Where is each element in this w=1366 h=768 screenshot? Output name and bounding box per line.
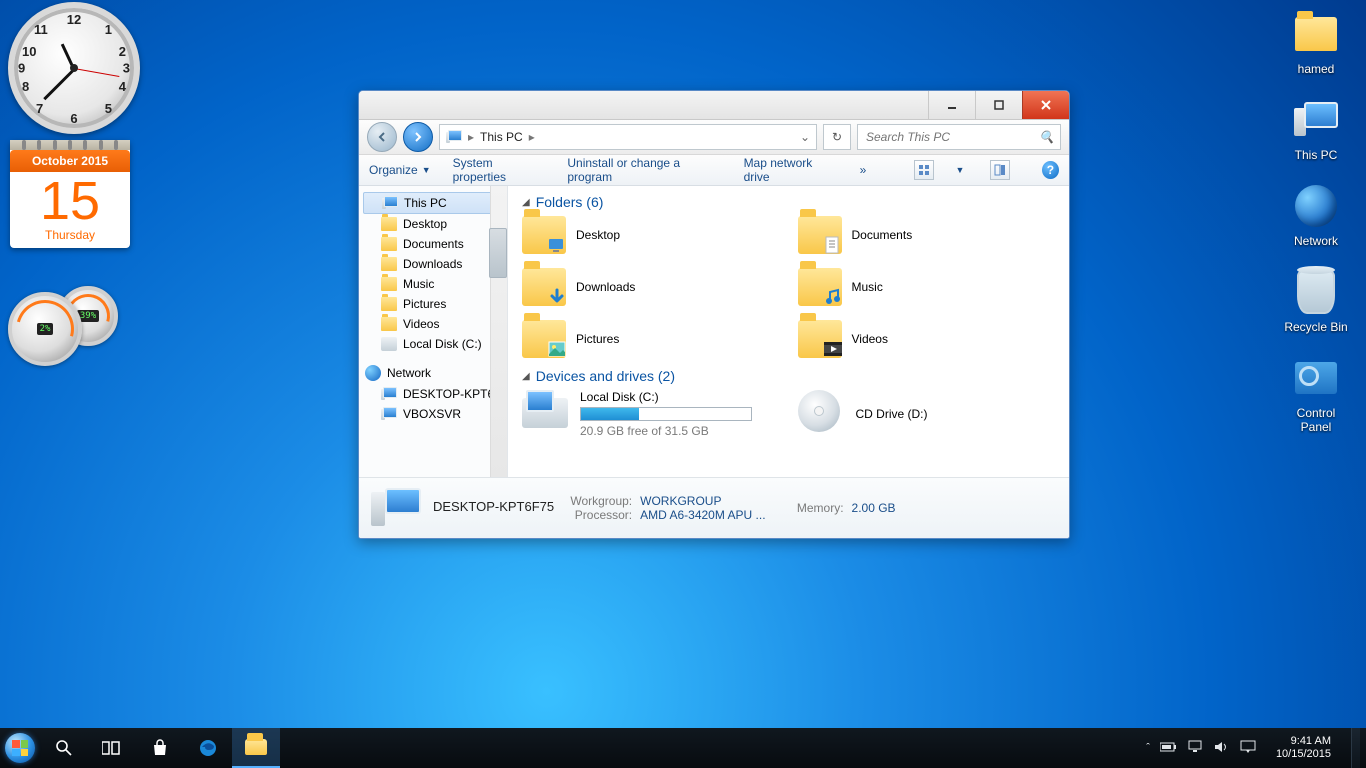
nav-this-pc[interactable]: This PC [363,192,503,214]
documents-overlay-icon [822,234,844,256]
address-dropdown-icon[interactable]: ⌄ [800,130,810,144]
nav-forward-button[interactable] [403,122,433,152]
desktop-icon-hamed[interactable]: hamed [1278,10,1354,76]
show-desktop-button[interactable] [1351,728,1360,768]
breadcrumb-sep-icon: ▸ [466,130,476,144]
search-icon: 🔍 [1039,130,1054,144]
nav-downloads[interactable]: Downloads [359,254,507,274]
music-overlay-icon [822,286,844,308]
calendar-gadget[interactable]: October 2015 15 Thursday [10,140,130,248]
desktop-icon-control-panel[interactable]: Control Panel [1278,354,1354,434]
desktop-overlay-icon [546,234,568,256]
explorer-window: ▸ This PC ▸ ⌄ ↻ 🔍 Organize ▼ System prop… [358,90,1070,539]
nav-back-button[interactable] [367,122,397,152]
nav-local-disk-c[interactable]: Local Disk (C:) [359,334,507,354]
taskbar-edge-button[interactable] [184,728,232,768]
nav-network[interactable]: Network [359,362,507,384]
calendar-dow: Thursday [10,228,130,248]
taskbar-taskview-button[interactable] [88,728,136,768]
toolbar-organize[interactable]: Organize ▼ [369,163,431,177]
drive-cd-d[interactable]: CD Drive (D:) [798,390,1056,438]
computer-large-icon [369,486,421,530]
taskbar-explorer-button[interactable] [232,728,280,768]
nav-host-desktop[interactable]: DESKTOP-KPT6F [359,384,507,404]
disk-usage-bar [580,407,752,421]
navigation-pane: This PC Desktop Documents Downloads Musi… [359,186,508,477]
content-pane: ◢Folders (6) Desktop Documents Downloads… [508,186,1069,477]
computer-icon [446,130,462,144]
desktop-icon-recycle-bin[interactable]: Recycle Bin [1278,268,1354,334]
tray-action-center-icon[interactable] [1240,740,1256,757]
computer-name: DESKTOP-KPT6F75 [433,499,554,514]
calendar-month: October 2015 [10,150,130,172]
toolbar-overflow[interactable]: » [860,163,867,177]
downloads-overlay-icon [546,286,568,308]
view-mode-dropdown[interactable]: ▼ [956,165,965,175]
drive-local-disk-c[interactable]: Local Disk (C:) 20.9 GB free of 31.5 GB [522,390,780,438]
search-box[interactable]: 🔍 [857,124,1061,150]
nav-pictures[interactable]: Pictures [359,294,507,314]
tray-volume-icon[interactable] [1214,740,1230,757]
help-button[interactable]: ? [1042,161,1059,179]
close-button[interactable] [1022,91,1069,119]
folder-pictures[interactable]: Pictures [522,320,780,358]
preview-pane-button[interactable] [990,160,1009,180]
folder-desktop[interactable]: Desktop [522,216,780,254]
taskbar-store-button[interactable] [136,728,184,768]
taskbar-search-button[interactable] [40,728,88,768]
start-button[interactable] [0,728,40,768]
tray-overflow-icon[interactable]: ˆ [1146,742,1150,754]
group-devices-header[interactable]: ◢Devices and drives (2) [522,368,1055,384]
group-folders-header[interactable]: ◢Folders (6) [522,194,1055,210]
desktop-icon-network[interactable]: Network [1278,182,1354,248]
refresh-button[interactable]: ↻ [823,124,851,150]
address-bar[interactable]: ▸ This PC ▸ ⌄ [439,124,817,150]
videos-overlay-icon [822,338,844,360]
tray-battery-icon[interactable] [1160,741,1178,756]
nav-host-vboxsvr[interactable]: VBOXSVR [359,404,507,424]
toolbar-map-network-drive[interactable]: Map network drive [744,156,838,184]
clock-gadget[interactable]: 12 1 2 3 4 5 6 7 8 9 10 11 [8,2,128,122]
desktop-icon-this-pc[interactable]: This PC [1278,96,1354,162]
details-pane: DESKTOP-KPT6F75 Workgroup:WORKGROUP Proc… [359,477,1069,538]
folder-documents[interactable]: Documents [798,216,1056,254]
taskbar-clock[interactable]: 9:41 AM 10/15/2015 [1268,735,1339,761]
nav-documents[interactable]: Documents [359,234,507,254]
view-mode-button[interactable] [914,160,933,180]
maximize-button[interactable] [975,91,1022,119]
nav-scrollbar-thumb[interactable] [489,228,507,278]
pictures-overlay-icon [546,338,568,360]
breadcrumb-this-pc[interactable]: This PC [480,130,523,144]
folder-downloads[interactable]: Downloads [522,268,780,306]
toolbar-system-properties[interactable]: System properties [453,156,546,184]
breadcrumb-sep-icon: ▸ [527,130,537,144]
nav-desktop[interactable]: Desktop [359,214,507,234]
nav-videos[interactable]: Videos [359,314,507,334]
toolbar-uninstall-program[interactable]: Uninstall or change a program [567,156,721,184]
folder-videos[interactable]: Videos [798,320,1056,358]
folder-music[interactable]: Music [798,268,1056,306]
cpu-meter-gadget[interactable]: 39% 2% [8,286,118,366]
taskbar: ˆ 9:41 AM 10/15/2015 [0,728,1366,768]
minimize-button[interactable] [928,91,975,119]
calendar-day: 15 [10,172,130,228]
search-input[interactable] [864,129,1033,145]
tray-network-icon[interactable] [1188,740,1204,757]
nav-music[interactable]: Music [359,274,507,294]
